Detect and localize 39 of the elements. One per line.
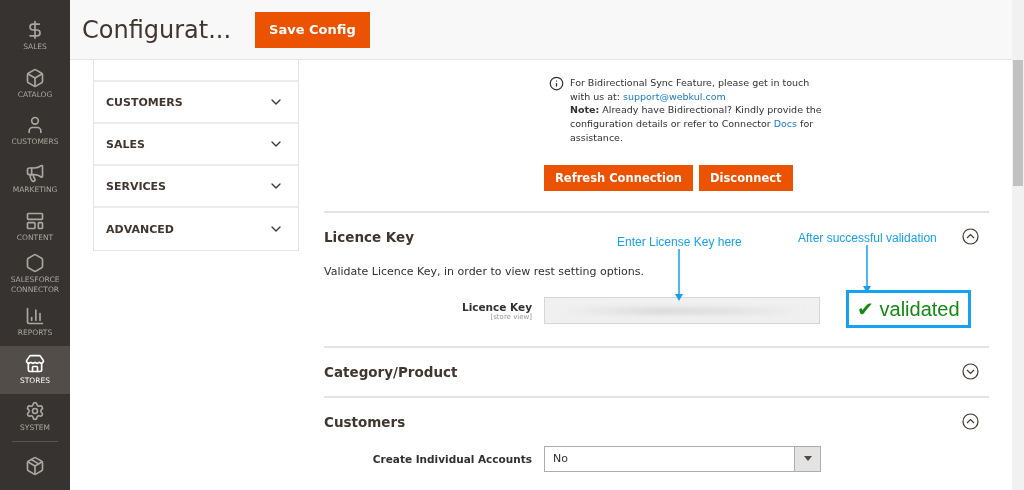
info-icon <box>549 76 564 91</box>
expand-icon[interactable] <box>962 363 979 380</box>
annotation-arrow <box>863 244 872 293</box>
megaphone-icon <box>25 162 45 183</box>
config-tab[interactable]: CUSTOMERS <box>94 82 298 124</box>
config-tab[interactable]: SERVICES <box>94 166 298 208</box>
annotation-text: Enter License Key here <box>617 234 742 249</box>
field-label: Create Individual Accounts <box>372 452 532 465</box>
box-icon <box>25 67 45 88</box>
bar-chart-icon <box>25 306 45 327</box>
config-tab[interactable]: ADVANCED <box>94 208 298 250</box>
person-icon <box>25 115 45 136</box>
docs-link[interactable]: Docs <box>773 118 797 130</box>
config-tab[interactable]: SALES <box>94 124 298 166</box>
section-title: Customers <box>324 413 406 430</box>
scrollbar-thumb[interactable] <box>1013 60 1023 186</box>
section-title: Category/Product <box>324 363 458 380</box>
box-icon <box>25 456 45 477</box>
settings-icon <box>25 401 45 422</box>
action-button[interactable]: Refresh Connection <box>544 164 694 191</box>
annotation-text: After successful validation <box>798 230 937 245</box>
validated-status: ✔ validated <box>846 289 971 328</box>
store-icon <box>25 353 45 374</box>
info-text: For Bidirectional Sync Feature, please get in touch with us at: support@webkul.com Note: Already have Bidirectional? Kindly provide the configuration details or refer to Connector Docs for assistance. <box>570 76 823 145</box>
hexagon-icon <box>25 253 45 274</box>
section-title: Licence Key <box>324 228 415 245</box>
email-link[interactable]: support@webkul.com <box>622 90 726 102</box>
collapse-icon[interactable] <box>962 413 979 430</box>
layout-icon <box>25 210 45 231</box>
field-label: Licence Key <box>461 300 532 313</box>
section-description: Validate Licence Key, in order to view rest setting options. <box>324 264 645 278</box>
select-field[interactable]: No <box>544 445 821 472</box>
licence-key-field[interactable] <box>544 297 820 324</box>
page-title: Configurat... <box>82 15 232 44</box>
caret-icon <box>803 456 812 461</box>
action-button[interactable]: Disconnect <box>699 164 793 191</box>
collapse-icon[interactable] <box>962 228 979 245</box>
annotation-arrow <box>675 248 684 301</box>
save-config-button[interactable]: Save Config <box>255 11 370 48</box>
